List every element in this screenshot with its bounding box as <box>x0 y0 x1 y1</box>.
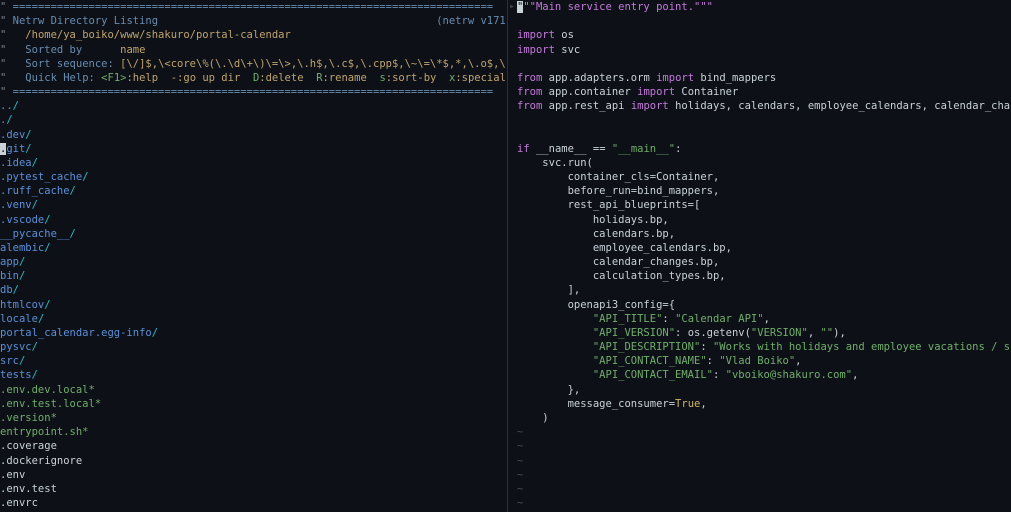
sortby-label: Sorted by <box>25 44 82 56</box>
netrw-title: Netrw Directory Listing <box>13 15 158 27</box>
blueprint-line: calendar_changes.bp, <box>517 255 1011 269</box>
netrw-file-item[interactable]: .envrc <box>0 496 507 510</box>
netrw-dir-item[interactable]: db/ <box>0 283 507 297</box>
netrw-dir-item[interactable]: .dev/ <box>0 128 507 142</box>
netrw-dir-item[interactable]: .vscode/ <box>0 213 507 227</box>
tilde-row: ~ <box>517 439 1011 453</box>
netrw-dir-item[interactable]: tests/ <box>0 368 507 382</box>
netrw-dir-item[interactable]: alembic/ <box>0 241 507 255</box>
netrw-file-item[interactable]: .env.test <box>0 482 507 496</box>
netrw-file-item[interactable]: .coverage <box>0 439 507 453</box>
tilde-row: ~ <box>517 496 1011 510</box>
netrw-version: (netrw v171) <box>436 15 508 27</box>
sortseq-value: [\/]$,\<core\%(\.\d\+\)\=\>,\.h$,\.c$,\.… <box>120 58 508 70</box>
code-pane[interactable]: ▸ """Main service entry point.""" import… <box>508 0 1011 512</box>
netrw-headerbar-top: ========================================… <box>13 1 493 13</box>
netrw-dir-item[interactable]: portal_calendar.egg-info/ <box>0 326 507 340</box>
fold-gutter: ▸ <box>508 0 516 512</box>
netrw-dir-item[interactable]: bin/ <box>0 269 507 283</box>
blueprint-line: calendars.bp, <box>517 227 1011 241</box>
netrw-dir-item[interactable]: htmlcov/ <box>0 298 507 312</box>
netrw-file-item[interactable]: entrypoint.sh* <box>0 425 507 439</box>
netrw-dir-item[interactable]: .venv/ <box>0 198 507 212</box>
netrw-dir-item[interactable]: __pycache__/ <box>0 227 507 241</box>
qh-f1: <F1> <box>101 72 126 84</box>
netrw-dir-item[interactable]: app/ <box>0 255 507 269</box>
tilde-row: ~ <box>517 468 1011 482</box>
netrw-dir-item[interactable]: src/ <box>0 354 507 368</box>
netrw-dir-item[interactable]: ./ <box>0 113 507 127</box>
sortseq-label: Sort sequence: <box>25 58 114 70</box>
netrw-dir-item[interactable]: .idea/ <box>0 156 507 170</box>
tilde-row: ~ <box>517 482 1011 496</box>
netrw-headerbar-bottom: ========================================… <box>13 86 493 98</box>
netrw-file-item[interactable]: .env <box>0 468 507 482</box>
netrw-dir-item[interactable]: ../ <box>0 99 507 113</box>
netrw-dir-item[interactable]: .git/ <box>0 142 507 156</box>
netrw-path: /home/ya_boiko/www/shakuro/portal-calend… <box>25 29 291 41</box>
netrw-file-item[interactable]: .env.dev.local* <box>0 383 507 397</box>
netrw-dir-item[interactable]: pysvc/ <box>0 340 507 354</box>
tilde-row: ~ <box>517 454 1011 468</box>
netrw-file-item[interactable]: .version* <box>0 411 507 425</box>
sortby-value: name <box>120 44 145 56</box>
blueprint-line: holidays.bp, <box>517 213 1011 227</box>
module-docstring: ""Main service entry point.""" <box>523 1 713 13</box>
netrw-file-item[interactable]: .env.test.local* <box>0 397 507 411</box>
blueprint-line: employee_calendars.bp, <box>517 241 1011 255</box>
quickhelp-label: Quick Help: <box>25 72 95 84</box>
tilde-row: ~ <box>517 425 1011 439</box>
netrw-file-item[interactable]: .dockerignore <box>0 454 507 468</box>
netrw-quote: " <box>0 1 13 13</box>
netrw-pane[interactable]: " ======================================… <box>0 0 508 512</box>
netrw-dir-item[interactable]: locale/ <box>0 312 507 326</box>
netrw-dir-item[interactable]: .pytest_cache/ <box>0 170 507 184</box>
netrw-dir-item[interactable]: .ruff_cache/ <box>0 184 507 198</box>
blueprint-line: calculation_types.bp, <box>517 269 1011 283</box>
